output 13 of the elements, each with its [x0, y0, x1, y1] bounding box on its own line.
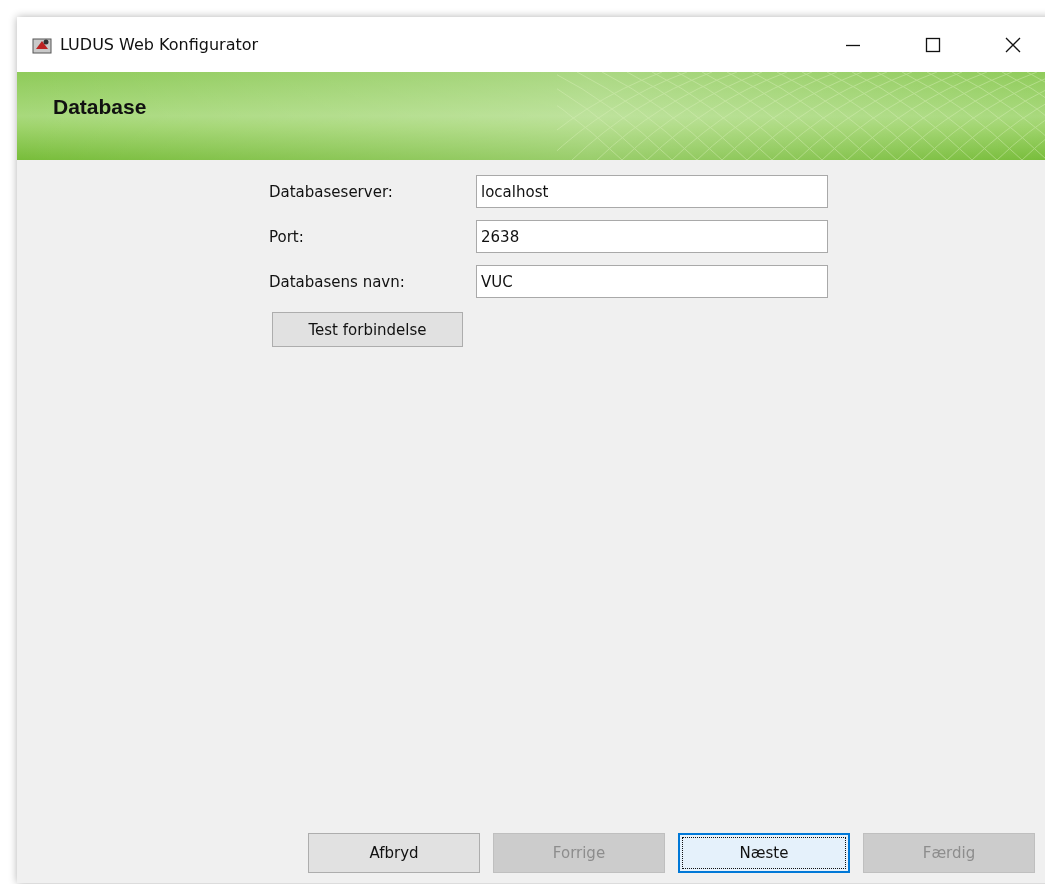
- wizard-button[interactable]: Næste: [678, 833, 850, 873]
- input-field[interactable]: 2638: [476, 220, 828, 253]
- test-connection-button[interactable]: Test forbindelse: [272, 312, 463, 347]
- field-label: Port:: [269, 227, 305, 246]
- input-field[interactable]: VUC: [476, 265, 828, 298]
- field-label: Databasens navn:: [269, 272, 406, 291]
- input-field[interactable]: localhost: [476, 175, 828, 208]
- maximize-icon[interactable]: [925, 36, 941, 53]
- page-heading: Database: [53, 95, 147, 119]
- field-label: Databaseserver:: [269, 182, 394, 201]
- window-title: LUDUS Web Konfigurator: [60, 35, 259, 54]
- wizard-button[interactable]: Afbryd: [308, 833, 480, 873]
- close-icon[interactable]: [1005, 36, 1021, 53]
